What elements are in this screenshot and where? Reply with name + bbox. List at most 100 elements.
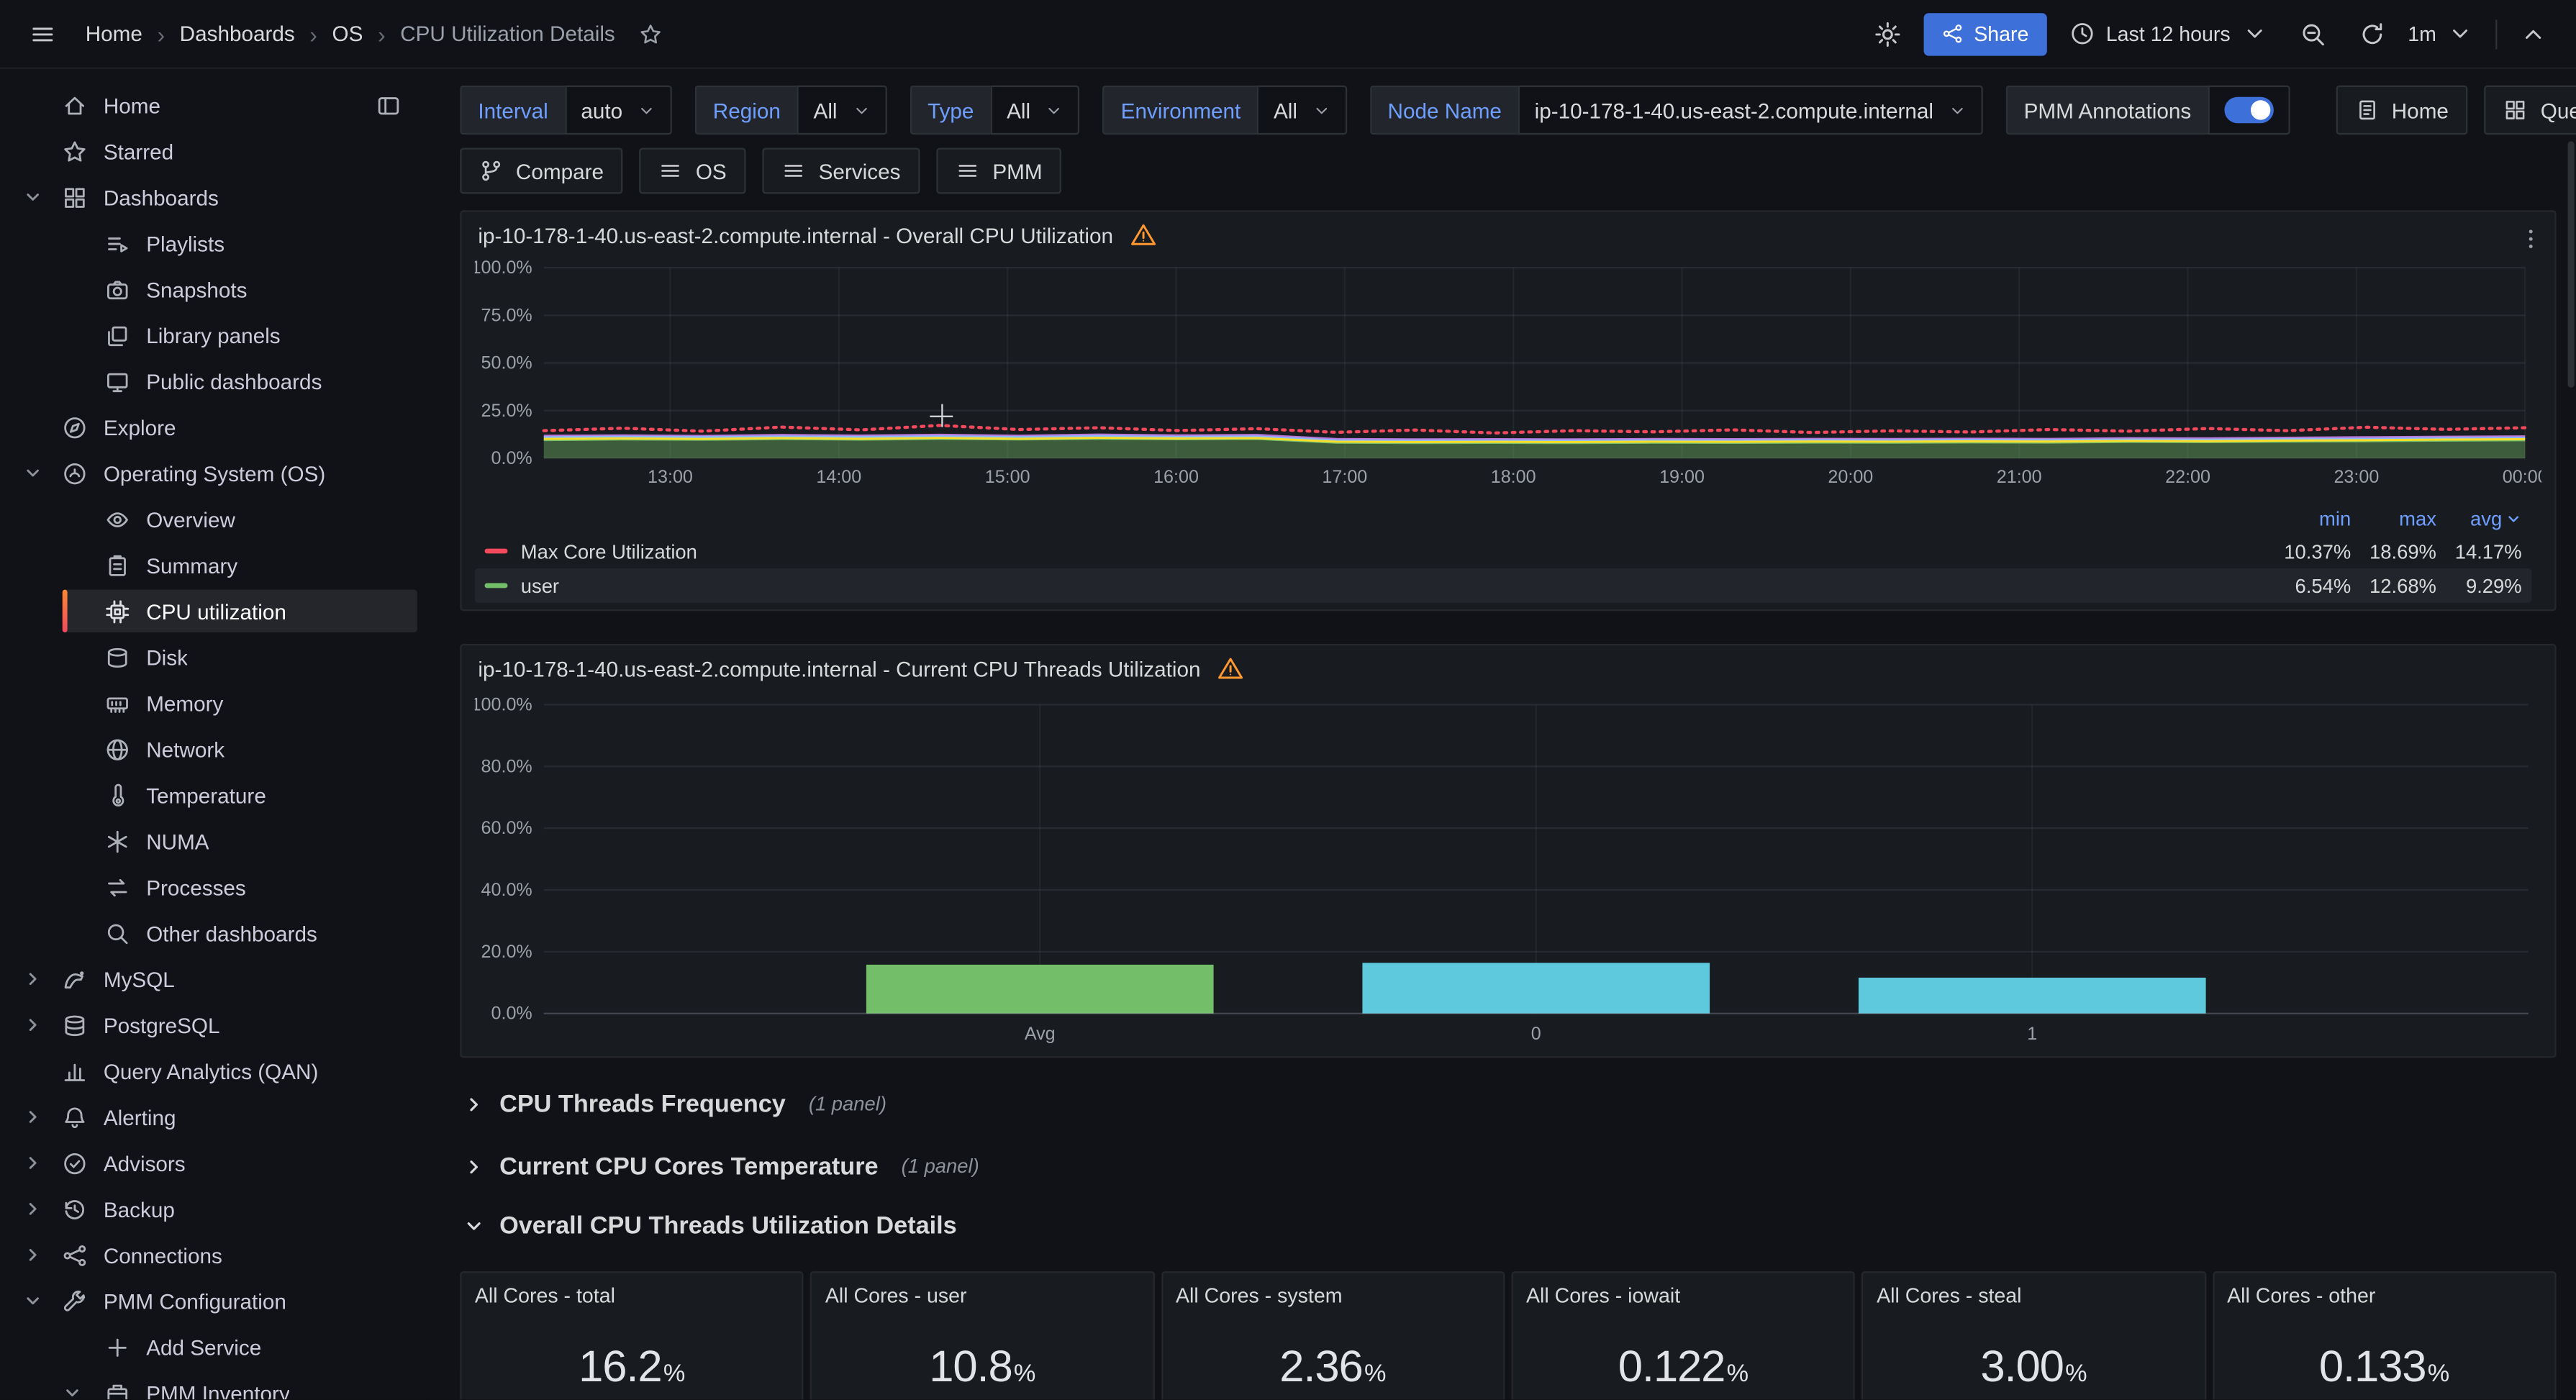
star-icon (640, 22, 663, 45)
variable-value-dropdown[interactable]: All (797, 86, 886, 135)
chevron-right-icon[interactable] (23, 1240, 63, 1270)
sidebar-item-operating-system-os[interactable]: Operating System (OS) (0, 450, 430, 496)
dock-menu-button[interactable] (376, 93, 417, 117)
sidebar-item-processes[interactable]: Processes (0, 864, 430, 910)
dashboard-row-overall-cpu-threads-utilization-details[interactable]: Overall CPU Threads Utilization Details (460, 1202, 2556, 1248)
chevron-down-icon[interactable] (23, 182, 63, 212)
sidebar-item-advisors[interactable]: Advisors (0, 1140, 430, 1186)
stat-panel-all-cores-other[interactable]: All Cores - other0.133% (2213, 1271, 2557, 1399)
compare-button[interactable]: Compare (460, 147, 623, 194)
sidebar-item-starred[interactable]: Starred (0, 128, 430, 174)
sidebar-item-library-panels[interactable]: Library panels (0, 312, 430, 358)
sidebar-item-cpu-utilization[interactable]: CPU utilization (0, 588, 430, 634)
sidebar-item-explore[interactable]: Explore (0, 404, 430, 450)
share-button[interactable]: Share (1923, 12, 2046, 55)
variable-label[interactable]: Node Name (1369, 86, 1518, 135)
dashboard-row-cpu-threads-frequency[interactable]: CPU Threads Frequency(1 panel) (460, 1081, 2556, 1127)
scrollbar-thumb[interactable] (2568, 141, 2575, 387)
button-label: Compare (516, 158, 604, 183)
stat-value: 3.00% (1864, 1342, 2204, 1393)
sidebar-item-postgresql[interactable]: PostgreSQL (0, 1002, 430, 1048)
sidebar-item-playlists[interactable]: Playlists (0, 220, 430, 266)
variable-label[interactable]: Region (695, 86, 797, 135)
expander-slot (23, 320, 63, 350)
chevron-down-icon[interactable] (23, 458, 63, 488)
stat-panel-all-cores-system[interactable]: All Cores - system2.36% (1161, 1271, 1505, 1399)
sidebar-item-numa[interactable]: NUMA (0, 818, 430, 864)
chevron-right-icon[interactable] (23, 1148, 63, 1178)
chevron-down-icon[interactable] (63, 1378, 105, 1400)
variable-value-dropdown[interactable]: All (990, 86, 1079, 135)
sidebar-item-network[interactable]: Network (0, 726, 430, 772)
legend-series-name[interactable]: user (521, 574, 559, 597)
sidebar-item-alerting[interactable]: Alerting (0, 1094, 430, 1140)
legend-series-name[interactable]: Max Core Utilization (521, 540, 697, 563)
breadcrumb-item-home[interactable]: Home (86, 22, 142, 46)
query-analytics-button[interactable]: Query Analytics (2485, 86, 2576, 135)
legend-sort-avg[interactable]: avg (2436, 507, 2522, 530)
chevron-right-icon[interactable] (23, 964, 63, 994)
sidebar-item-snapshots[interactable]: Snapshots (0, 266, 430, 312)
breadcrumb-item-cpu-utilization-details[interactable]: CPU Utilization Details (400, 22, 615, 46)
chevron-right-icon[interactable] (23, 1102, 63, 1132)
legend-sort-max[interactable]: max (2351, 507, 2436, 530)
sidebar-item-public-dashboards[interactable]: Public dashboards (0, 358, 430, 404)
stat-panel-all-cores-total[interactable]: All Cores - total16.2% (460, 1271, 804, 1399)
sidebar-item-disk[interactable]: Disk (0, 634, 430, 680)
sidebar-item-query-analytics-qan[interactable]: Query Analytics (QAN) (0, 1048, 430, 1094)
pmm-button[interactable]: PMM (937, 147, 1062, 194)
pmm-annotations-toggle[interactable] (2208, 86, 2290, 135)
variable-value-dropdown[interactable]: ip-10-178-1-40.us-east-2.compute.interna… (1518, 86, 1983, 135)
warning-icon[interactable] (1217, 655, 1243, 682)
panel-menu-button[interactable] (2512, 220, 2548, 256)
stat-panel-all-cores-iowait[interactable]: All Cores - iowait0.122% (1511, 1271, 1855, 1399)
menu-toggle-button[interactable] (19, 11, 65, 57)
stat-panel-all-cores-steal[interactable]: All Cores - steal3.00% (1862, 1271, 2206, 1399)
dashboard-row-current-cpu-cores-temperature[interactable]: Current CPU Cores Temperature(1 panel) (460, 1143, 2556, 1189)
time-range-picker[interactable]: Last 12 hours (2060, 11, 2277, 57)
collapse-topbar-button[interactable] (2511, 11, 2557, 57)
panel-title[interactable]: ip-10-178-1-40.us-east-2.compute.interna… (478, 222, 1113, 247)
warning-icon[interactable] (1130, 222, 1156, 248)
refresh-interval-dropdown[interactable]: 1m (2408, 11, 2482, 57)
sidebar-item-dashboards[interactable]: Dashboards (0, 174, 430, 220)
stat-panel-all-cores-user[interactable]: All Cores - user10.8% (810, 1271, 1154, 1399)
sidebar-item-summary[interactable]: Summary (0, 542, 430, 588)
variable-type: TypeAll (910, 86, 1080, 135)
variable-value-dropdown[interactable]: auto (565, 86, 672, 135)
sidebar-item-home[interactable]: Home (0, 82, 430, 128)
chevron-right-icon[interactable] (23, 1010, 63, 1040)
expander-slot (23, 688, 63, 718)
os-button[interactable]: OS (640, 147, 746, 194)
sidebar-item-mysql[interactable]: MySQL (0, 956, 430, 1002)
sidebar-item-connections[interactable]: Connections (0, 1232, 430, 1278)
dashboard-settings-button[interactable] (1864, 11, 1910, 57)
variable-label[interactable]: Interval (460, 86, 564, 135)
legend-sort-min[interactable]: min (2265, 507, 2351, 530)
favorite-star-button[interactable] (628, 11, 674, 57)
services-button[interactable]: Services (763, 147, 920, 194)
toggle-switch[interactable] (2224, 97, 2273, 124)
sidebar-item-pmm-configuration[interactable]: PMM Configuration (0, 1278, 430, 1324)
series-color-swatch (485, 583, 508, 588)
variable-label[interactable]: Type (910, 86, 990, 135)
zoom-out-button[interactable] (2290, 11, 2336, 57)
chevron-down-icon[interactable] (23, 1286, 63, 1316)
cpu-icon (105, 599, 130, 623)
sidebar-item-temperature[interactable]: Temperature (0, 772, 430, 818)
sidebar-item-add-service[interactable]: Add Service (0, 1324, 430, 1370)
variable-label[interactable]: Environment (1103, 86, 1258, 135)
refresh-button[interactable] (2349, 11, 2395, 57)
sidebar-item-overview[interactable]: Overview (0, 496, 430, 542)
indent-spacer (63, 596, 105, 626)
panel-title[interactable]: ip-10-178-1-40.us-east-2.compute.interna… (478, 656, 1200, 681)
chevron-right-icon[interactable] (23, 1194, 63, 1224)
sidebar-item-backup[interactable]: Backup (0, 1186, 430, 1232)
home-button[interactable]: Home (2336, 86, 2468, 135)
variable-value-dropdown[interactable]: All (1257, 86, 1346, 135)
sidebar-item-other-dashboards[interactable]: Other dashboards (0, 910, 430, 956)
breadcrumb-item-os[interactable]: OS (332, 22, 363, 46)
breadcrumb-item-dashboards[interactable]: Dashboards (180, 22, 295, 46)
sidebar-item-memory[interactable]: Memory (0, 680, 430, 726)
sidebar-item-pmm-inventory[interactable]: PMM Inventory (0, 1370, 430, 1399)
